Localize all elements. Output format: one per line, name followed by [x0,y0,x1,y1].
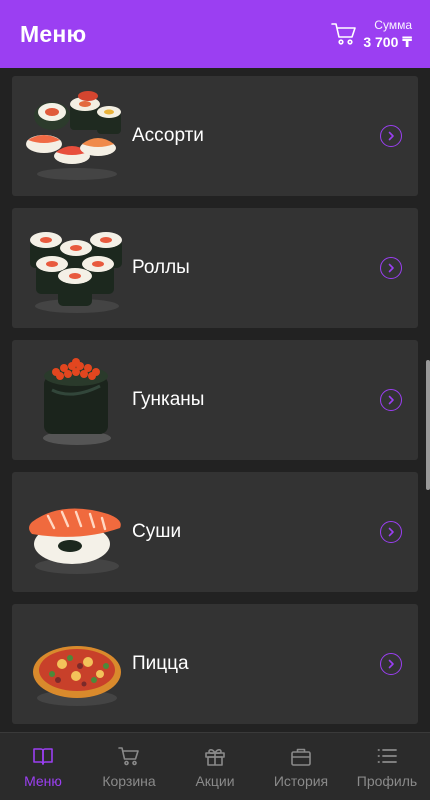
briefcase-icon [291,748,311,766]
category-label: Ассорти [132,125,204,146]
nav-label: Акции [195,772,235,789]
cart-icon [118,746,139,765]
nav-item-history[interactable]: История [258,733,344,800]
category-label: Роллы [132,257,190,278]
category-card-sushi[interactable]: Суши [12,472,418,592]
scrollbar[interactable] [426,360,430,490]
rolls-icon [30,232,122,313]
nav-item-profile[interactable]: Профиль [344,733,430,800]
nav-label: Профиль [356,772,418,789]
nav-label: Меню [24,772,62,789]
gunkan-icon [43,358,111,445]
chevron-right-icon [380,125,402,147]
bottom-navigation: Меню Корзина Акции История Профиль [0,732,430,800]
category-label: Пицца [132,653,189,674]
cart-sum-button[interactable]: Сумма 3 700 ₸ [331,19,412,49]
sushi-assorted-icon [26,91,121,180]
category-label: Гунканы [132,389,205,410]
nav-label: История [273,772,329,789]
category-card-gunkan[interactable]: Гунканы [12,340,418,460]
book-icon [33,747,53,765]
list-icon [377,748,397,763]
gift-icon [205,748,225,766]
category-card-rolls[interactable]: Роллы [12,208,418,328]
page-title: Меню [20,20,87,47]
nav-item-promotions[interactable]: Акции [172,733,258,800]
chevron-right-icon [380,521,402,543]
category-list[interactable]: Ассорти Роллы Гунканы Суши Пицца [0,68,430,732]
nav-item-menu[interactable]: Меню [0,733,86,800]
nigiri-icon [29,508,121,574]
sum-label: Сумма [374,18,412,32]
category-label: Суши [132,521,182,542]
pizza-icon [33,646,121,706]
top-app-bar: Меню Сумма 3 700 ₸ [0,0,430,68]
nav-item-cart[interactable]: Корзина [86,733,172,800]
nav-label: Корзина [102,772,156,789]
chevron-right-icon [380,653,402,675]
category-card-assorti[interactable]: Ассорти [12,76,418,196]
sum-value: 3 700 ₸ [363,34,412,50]
chevron-right-icon [380,257,402,279]
cart-icon [331,23,357,45]
category-card-pizza[interactable]: Пицца [12,604,418,724]
chevron-right-icon [380,389,402,411]
